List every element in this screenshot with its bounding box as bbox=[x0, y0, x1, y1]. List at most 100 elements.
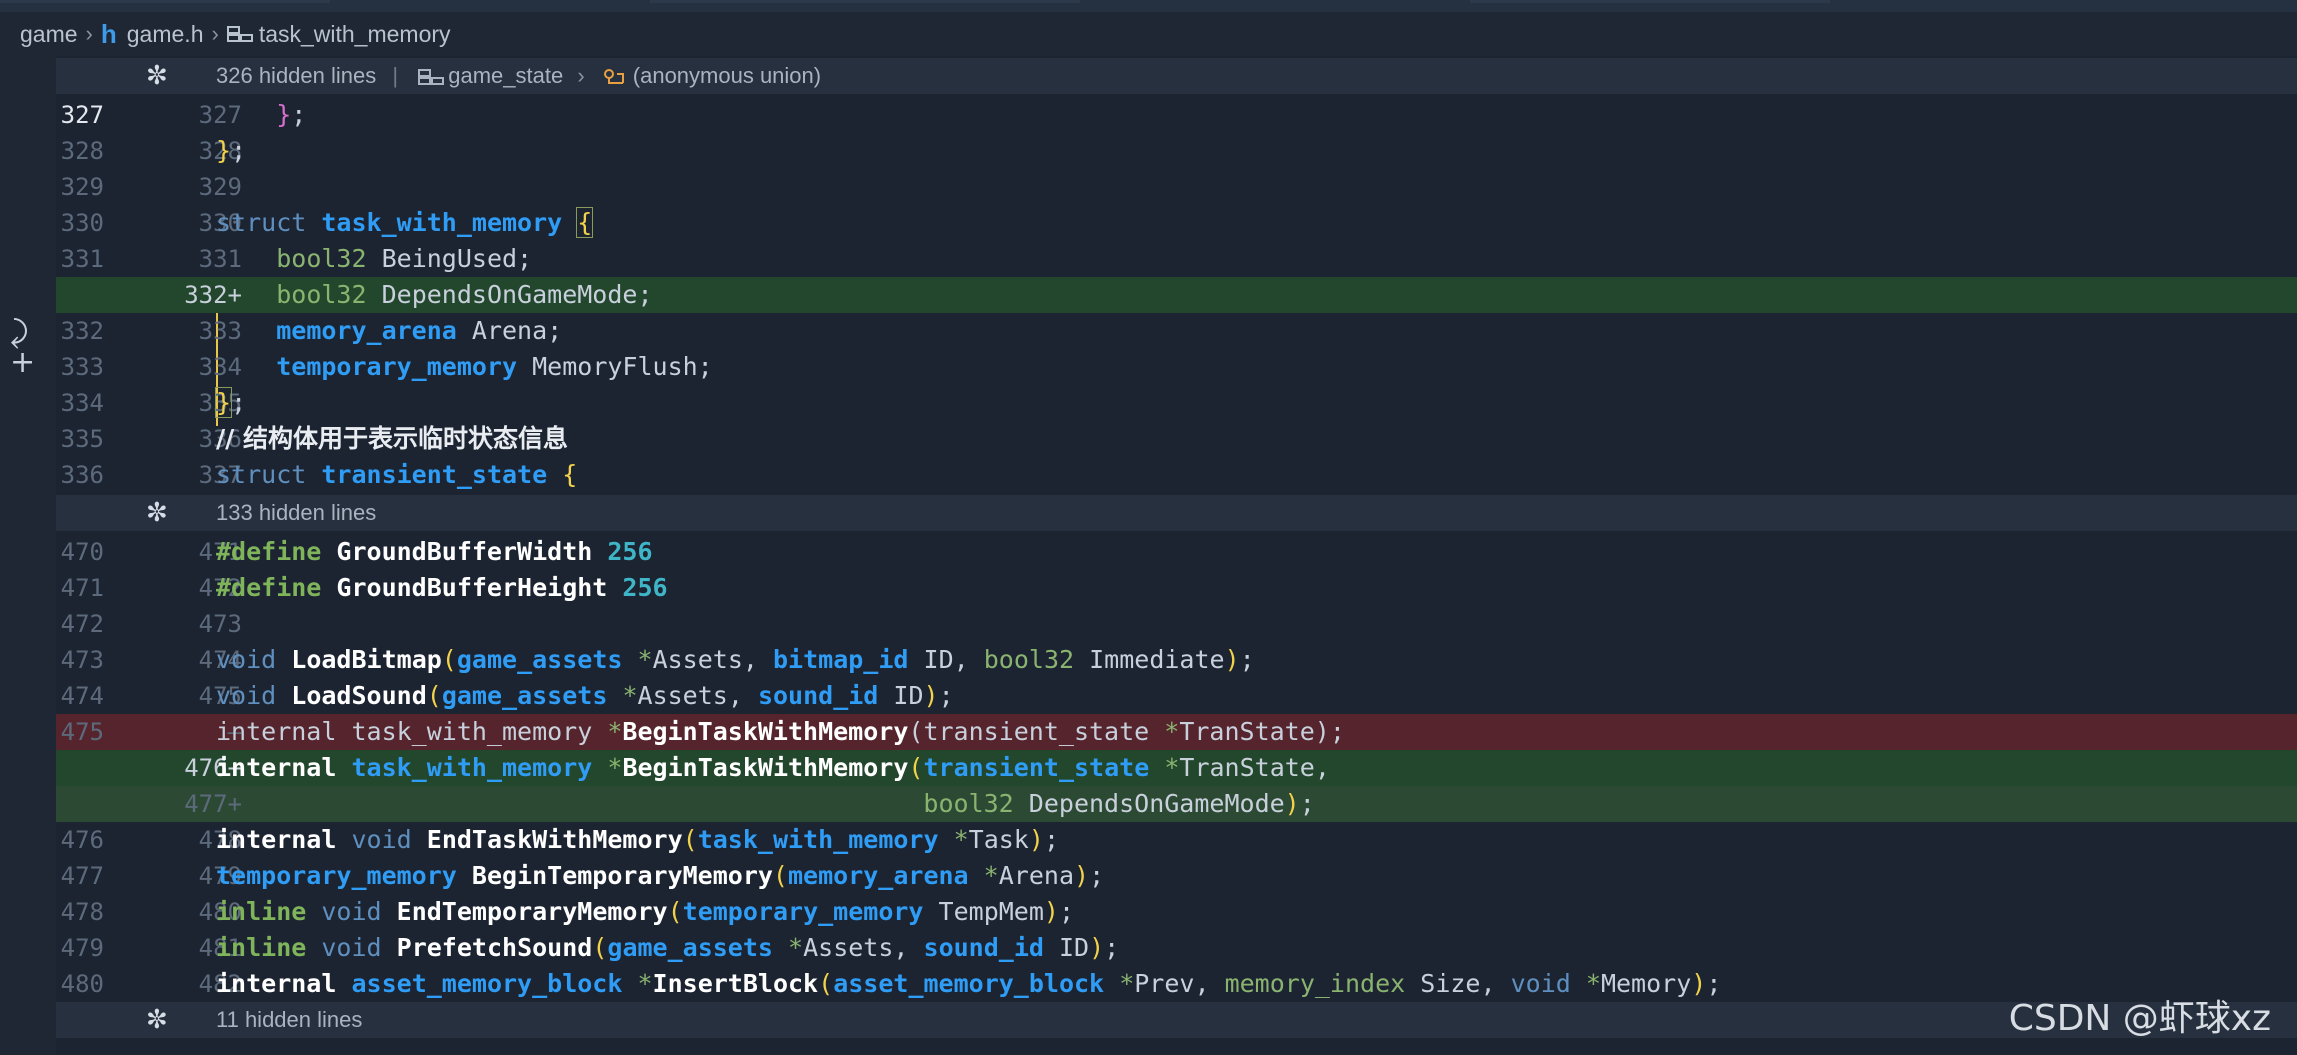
code-text: inline void PrefetchSound(game_assets *A… bbox=[216, 933, 1120, 962]
code-line[interactable]: 329 329 bbox=[56, 169, 2297, 205]
code-text: struct transient_state { bbox=[216, 460, 578, 489]
header-file-icon: h bbox=[100, 18, 117, 49]
old-line-number: 475 bbox=[60, 718, 104, 746]
code-line[interactable]: 333 334 temporary_memory MemoryFlush; bbox=[56, 349, 2297, 385]
code-text: #define GroundBufferWidth 256 bbox=[216, 537, 653, 566]
code-text: temporary_memory MemoryFlush; bbox=[276, 352, 713, 381]
old-line-number: 329 bbox=[60, 173, 104, 201]
unfold-icon[interactable]: ✼ bbox=[146, 495, 168, 531]
old-line-number: 332 bbox=[60, 317, 104, 345]
old-line-number: 477 bbox=[60, 862, 104, 890]
old-line-number: 480 bbox=[60, 970, 104, 998]
code-text: inline void EndTemporaryMemory(temporary… bbox=[216, 897, 1075, 926]
old-line-number: 328 bbox=[60, 137, 104, 165]
code-line[interactable]: 331 331 bool32 BeingUsed; bbox=[56, 241, 2297, 277]
code-text: memory_arena Arena; bbox=[276, 316, 563, 345]
hidden-lines-bar[interactable]: ✼ 133 hidden lines bbox=[56, 495, 2297, 531]
unfold-icon[interactable]: ✼ bbox=[146, 1002, 168, 1038]
old-line-number: 336 bbox=[60, 461, 104, 489]
old-line-number: 327 bbox=[60, 101, 104, 129]
unfold-icon[interactable]: ✼ bbox=[146, 58, 168, 94]
old-line-number: 471 bbox=[60, 574, 104, 602]
old-line-number bbox=[56, 277, 104, 313]
old-line-number: 472 bbox=[60, 610, 104, 638]
code-line[interactable]: 477 479 temporary_memory BeginTemporaryM… bbox=[56, 858, 2297, 894]
hidden-lines-label: 11 hidden lines bbox=[216, 1007, 363, 1032]
code-line[interactable]: 330 330 struct task_with_memory { bbox=[56, 205, 2297, 241]
undo-icon[interactable]: ⤸ bbox=[10, 318, 35, 348]
code-text: }; bbox=[276, 100, 307, 129]
code-text: }; bbox=[214, 387, 247, 418]
code-line[interactable]: 479 481 inline void PrefetchSound(game_a… bbox=[56, 930, 2297, 966]
code-line-added[interactable]: 332+ bool32 DependsOnGameMode; bbox=[56, 277, 2297, 313]
watermark: CSDN @虾球xz bbox=[2008, 998, 2271, 1039]
gutter-actions: ⤸ + bbox=[10, 318, 35, 378]
old-line-number: 331 bbox=[60, 245, 104, 273]
separator: | bbox=[392, 63, 399, 88]
old-line-number: 470 bbox=[60, 538, 104, 566]
code-line[interactable]: 480 482 internal asset_memory_block *Ins… bbox=[56, 966, 2297, 1002]
code-line[interactable]: 474 475 void LoadSound(game_assets *Asse… bbox=[56, 678, 2297, 714]
code-text: temporary_memory BeginTemporaryMemory(me… bbox=[216, 861, 1105, 890]
new-line-number: 329 bbox=[198, 173, 242, 201]
hidden-lines-label: 326 hidden lines bbox=[216, 63, 377, 88]
code-text: internal asset_memory_block *InsertBlock… bbox=[216, 969, 1722, 998]
code-line[interactable]: 334 335 }; bbox=[56, 385, 2297, 421]
old-line-number: 334 bbox=[60, 389, 104, 417]
old-line-number: 479 bbox=[60, 934, 104, 962]
code-line[interactable]: 471 472 #define GroundBufferHeight 256 bbox=[56, 570, 2297, 606]
old-line-number: 333 bbox=[60, 353, 104, 381]
code-text: bool32 DependsOnGameMode; bbox=[276, 280, 653, 309]
code-line[interactable]: 328 328 }; bbox=[56, 133, 2297, 169]
code-line[interactable]: 332 333 memory_arena Arena; bbox=[56, 313, 2297, 349]
code-text: #define GroundBufferHeight 256 bbox=[216, 573, 668, 602]
code-line-added[interactable]: 476+ internal task_with_memory *BeginTas… bbox=[56, 750, 2297, 786]
code-line[interactable]: 473 474 void LoadBitmap(game_assets *Ass… bbox=[56, 642, 2297, 678]
code-line[interactable]: 476 478 internal void EndTaskWithMemory(… bbox=[56, 822, 2297, 858]
union-icon bbox=[603, 69, 624, 85]
code-line[interactable]: 470 471 #define GroundBufferWidth 256 bbox=[56, 534, 2297, 570]
scope-anonymous-union[interactable]: (anonymous union) bbox=[633, 63, 821, 88]
diff-editor[interactable]: ✼ 326 hidden lines | game_state › (anony… bbox=[56, 56, 2297, 1055]
breadcrumb-item-game[interactable]: game bbox=[20, 21, 78, 48]
new-line-number: 473 bbox=[198, 610, 242, 638]
scope-game-state[interactable]: game_state bbox=[448, 63, 563, 88]
plus-icon[interactable]: + bbox=[10, 348, 35, 378]
old-line-number: 335 bbox=[60, 425, 104, 453]
code-line[interactable]: 472 473 bbox=[56, 606, 2297, 642]
code-text: internal void EndTaskWithMemory(task_wit… bbox=[216, 825, 1059, 854]
code-text: void LoadBitmap(game_assets *Assets, bit… bbox=[216, 645, 1255, 674]
code-text: bool32 BeingUsed; bbox=[276, 244, 533, 273]
code-text: }; bbox=[216, 136, 247, 165]
code-text: bool32 DependsOnGameMode); bbox=[923, 789, 1315, 818]
breadcrumb: game › h game.h › task_with_memory bbox=[0, 12, 2297, 56]
code-text: internal task_with_memory *BeginTaskWith… bbox=[216, 753, 1330, 782]
code-line[interactable]: 327 327 }; bbox=[56, 97, 2297, 133]
code-text: void LoadSound(game_assets *Assets, soun… bbox=[216, 681, 954, 710]
code-line-added[interactable]: 477+ bool32 DependsOnGameMode); bbox=[56, 786, 2297, 822]
struct-icon bbox=[418, 69, 445, 86]
tab-strip bbox=[0, 0, 2297, 12]
breadcrumb-item-file[interactable]: game.h bbox=[127, 21, 204, 48]
old-line-number: 473 bbox=[60, 646, 104, 674]
code-text: struct task_with_memory { bbox=[216, 207, 594, 238]
struct-icon bbox=[226, 26, 253, 42]
old-line-number: 330 bbox=[60, 209, 104, 237]
code-line[interactable]: 478 480 inline void EndTemporaryMemory(t… bbox=[56, 894, 2297, 930]
chevron-right-icon: › bbox=[85, 21, 93, 46]
chevron-right-icon: › bbox=[211, 21, 219, 46]
old-line-number bbox=[56, 750, 104, 786]
activity-gutter: ⤸ + bbox=[0, 56, 56, 1055]
code-line-removed[interactable]: 475 — internal task_with_memory *BeginTa… bbox=[56, 714, 2297, 750]
code-text: internal task_with_memory *BeginTaskWith… bbox=[216, 717, 1345, 746]
code-line[interactable]: 335 336 // 结构体用于表示临时状态信息 bbox=[56, 421, 2297, 457]
old-line-number: 478 bbox=[60, 898, 104, 926]
hidden-lines-label: 133 hidden lines bbox=[216, 500, 377, 525]
code-line[interactable]: 336 337 struct transient_state { bbox=[56, 457, 2297, 493]
code-comment: // 结构体用于表示临时状态信息 bbox=[216, 424, 568, 453]
chevron-right-icon: › bbox=[577, 63, 585, 88]
hidden-lines-bar[interactable]: ✼ 326 hidden lines | game_state › (anony… bbox=[56, 58, 2297, 94]
breadcrumb-item-symbol[interactable]: task_with_memory bbox=[259, 21, 451, 48]
hidden-lines-bar[interactable]: ✼ 11 hidden lines bbox=[56, 1002, 2297, 1038]
old-line-number: 474 bbox=[60, 682, 104, 710]
